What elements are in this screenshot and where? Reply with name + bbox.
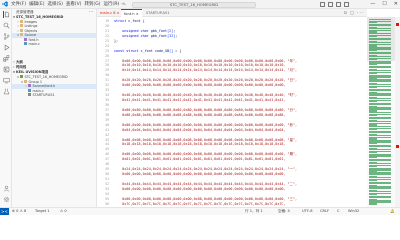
keil-project-section[interactable]: ∨KEIL UVISION项目 (12, 70, 97, 75)
menu-selection[interactable]: 选择(S) (47, 0, 62, 9)
window-controls: — ☐ ✕ (370, 0, 398, 9)
scrollbar-error-marker (396, 145, 399, 148)
close-button[interactable]: ✕ (394, 0, 398, 9)
indentation[interactable]: 空格: 4 (278, 208, 290, 215)
editor-tabs: main.c 8 × font.h × STARTUP.A51 ⊡ ▢ ··· (97, 9, 367, 17)
folder-icon (20, 28, 23, 32)
minimap-line (369, 203, 377, 205)
tree-item-label: font.h (28, 37, 39, 42)
keil-icon[interactable] (3, 66, 10, 73)
outline-section[interactable]: ›大纲 (12, 60, 97, 65)
nav-arrows: ← → (115, 0, 125, 9)
tree-item-label: STARTUP.A51 (32, 93, 55, 97)
minimap[interactable] (367, 17, 395, 207)
code-content: struct c_font { unsigned char gbk_font[2… (114, 19, 364, 207)
c-file-icon (28, 88, 31, 92)
editor-actions[interactable]: ⊡ ▢ ··· (344, 9, 365, 17)
tree-file-main-c[interactable]: main.c (12, 42, 97, 47)
menu-bar: 文件(F) 编辑(E) 选择(S) 查看(V) 转到(G) 运行(R) … (11, 0, 127, 9)
explorer-sidebar: 资源管理器 ··· ∨STC_TEST_16_HOMEGRID › Images … (12, 9, 97, 207)
line-ending[interactable]: CRLF (320, 208, 329, 215)
tab-startup-a51[interactable]: STARTUP.A51 (143, 9, 173, 17)
tree-item-label: Listings (24, 24, 38, 28)
scrollbar-error-marker (396, 23, 399, 26)
toggle-secondary-sidebar-icon[interactable] (336, 2, 341, 7)
menu-edit[interactable]: 编辑(E) (29, 0, 44, 9)
command-center-search[interactable]: STC_TEST_16_HOMEGRID (132, 1, 256, 8)
keil-file-startup[interactable]: STARTUP.A51 (12, 93, 97, 98)
maximize-button[interactable]: ☐ (382, 0, 386, 9)
tab-font-h[interactable]: font.h × (121, 9, 142, 17)
project-status[interactable]: Target 1 (35, 208, 50, 215)
customize-layout-icon[interactable] (344, 2, 349, 7)
menu-file[interactable]: 文件(F) (11, 0, 26, 9)
activity-bar (0, 9, 12, 207)
tree-item-label: main.c (28, 42, 40, 46)
timeline-section[interactable]: ›时间线 (12, 65, 97, 70)
folder-icon (20, 24, 23, 28)
remote-explorer-icon[interactable] (2, 77, 10, 84)
header-file-icon (28, 84, 31, 88)
toggle-sidebar-icon[interactable] (320, 2, 325, 7)
code-line: 0x7C,0x7C,0x7C,0x7C,0x7C,0x7C,0x7C,0x7C,… (122, 201, 286, 206)
testing-icon[interactable] (3, 88, 10, 95)
back-button[interactable]: ← (115, 1, 119, 7)
timeline-title: 时间线 (16, 65, 27, 69)
sidebar-more-icon[interactable]: ··· (89, 9, 93, 14)
folder-icon (20, 33, 23, 37)
header-file-icon (24, 37, 27, 41)
explorer-icon[interactable] (2, 11, 10, 18)
asm-file-icon (28, 93, 31, 97)
account-icon[interactable] (3, 185, 10, 192)
status-bar: >< ⊗ 0 ⚠ 8 Target 1 ⚠ 0 行 1，列 1 空格: 4 UT… (0, 207, 400, 215)
menu-view[interactable]: 查看(V) (66, 0, 82, 9)
line-number: 56 (105, 201, 109, 206)
command-center-label: STC_TEST_16_HOMEGRID (169, 1, 219, 7)
tree-item-label: main.c (32, 88, 44, 93)
platform[interactable]: Win32 (348, 208, 359, 215)
tree-item-label: Source (24, 33, 37, 37)
code-editor[interactable]: 19 20 21 22 23 24 25 26 27 28 29 30 31 32 33 34 35 36 37 38… (97, 17, 367, 207)
encoding[interactable]: UTF-8 (302, 208, 312, 215)
toggle-panel-icon[interactable] (328, 2, 333, 7)
keil-section-title: KEIL UVISION项目 (16, 70, 49, 74)
problems-status[interactable]: ⊗ 0 ⚠ 8 (12, 208, 26, 215)
cursor-position[interactable]: 行 1，列 1 (245, 208, 263, 215)
language-mode[interactable]: C (337, 208, 340, 215)
tree-root-label: STC_TEST_16_HOMEGRID (16, 15, 64, 19)
title-bar: 文件(F) 编辑(E) 选择(S) 查看(V) 转到(G) 运行(R) … ← … (0, 0, 400, 9)
tab-main-c[interactable]: main.c 8 × (97, 9, 123, 17)
tree-item-label: STC_TEST_16_HOMEGRID (24, 75, 68, 79)
forward-button[interactable]: → (121, 1, 125, 7)
menu-go[interactable]: 转到(G) (84, 0, 100, 9)
c-file-icon (24, 42, 27, 46)
folder-icon (24, 79, 27, 83)
vscode-logo-icon (2, 1, 8, 7)
warnings-status[interactable]: ⚠ 0 (60, 208, 67, 215)
search-icon[interactable] (3, 22, 10, 29)
extensions-icon[interactable] (2, 55, 10, 62)
tree-item-label: Images (24, 19, 37, 24)
tree-item-label: Group 1 (28, 79, 43, 84)
run-debug-icon[interactable] (3, 44, 10, 51)
layout-controls (320, 0, 349, 7)
vertical-scrollbar[interactable] (395, 17, 400, 207)
settings-gear-icon[interactable] (3, 196, 10, 203)
project-icon (20, 75, 23, 79)
folder-icon (20, 19, 23, 23)
minimize-button[interactable]: — (370, 0, 375, 9)
remote-indicator[interactable]: >< (0, 208, 9, 215)
outline-title: 大纲 (16, 60, 23, 64)
bell-icon[interactable]: 🔔 (390, 208, 394, 215)
tree-item-label: Objects (24, 28, 38, 33)
tree-item-label: Source\font.h (32, 84, 56, 88)
line-number-gutter: 19 20 21 22 23 24 25 26 27 28 29 30 31 32 33 34 35 36 37 38… (97, 19, 111, 207)
source-control-icon[interactable] (3, 33, 10, 40)
